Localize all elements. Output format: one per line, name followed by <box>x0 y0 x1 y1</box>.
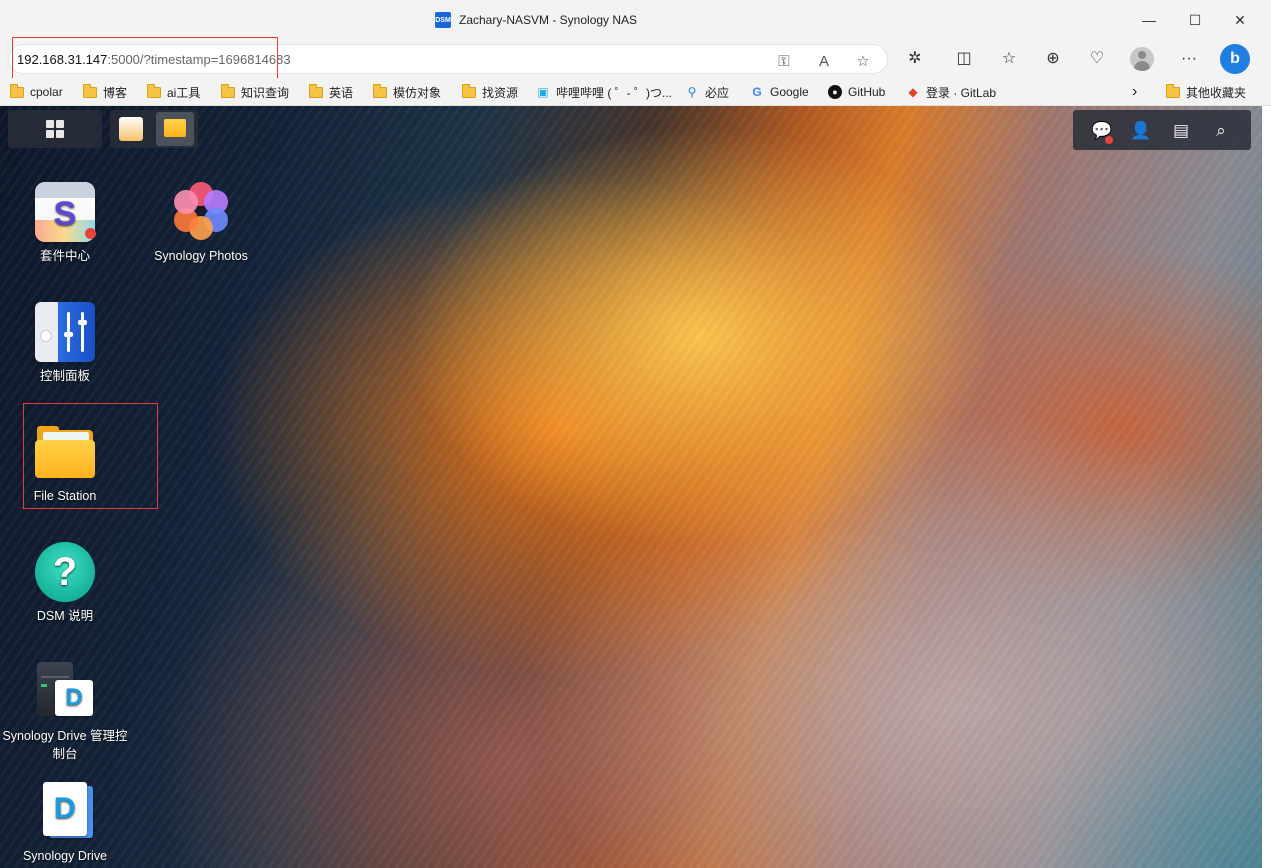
bookmark-bing[interactable]: ⚲ 必应 <box>685 83 729 101</box>
bookmark-label: 哔哩哔哩 ( ゜- ゜)つ... <box>556 85 672 100</box>
notification-badge <box>1105 136 1113 144</box>
github-icon: ● <box>828 85 842 99</box>
dsm-desktop: 💬 👤 ▤ ⌕ S 套件中心 Synology Photos 控制面板 File… <box>0 106 1262 868</box>
synology-drive-admin-app[interactable]: D Synology Drive 管理控制台 <box>0 662 130 763</box>
main-menu-button[interactable] <box>8 110 102 148</box>
control-panel-icon <box>35 302 95 362</box>
bookmark-english[interactable]: 英语 <box>309 83 353 101</box>
folder-icon <box>462 83 476 98</box>
bookmark-label: 博客 <box>103 85 128 100</box>
main-menu-icon <box>46 120 64 138</box>
synology-photos-app[interactable]: Synology Photos <box>136 182 266 265</box>
bookmark-ai-tools[interactable]: ai工具 <box>147 83 200 101</box>
browser-essentials-icon[interactable]: ♡ <box>1086 48 1108 70</box>
bookmark-label: 其他收藏夹 <box>1186 85 1247 100</box>
folder-icon <box>221 83 235 98</box>
synology-drive-app[interactable]: D Synology Drive <box>0 782 130 865</box>
app-label: Synology Photos <box>154 249 248 263</box>
favorite-star-icon[interactable]: ☆ <box>854 53 872 71</box>
bookmark-label: Google <box>770 85 809 99</box>
bookmark-cpolar[interactable]: cpolar <box>10 83 63 101</box>
key-icon[interactable]: ⚿ <box>775 53 793 71</box>
dsm-favicon-icon: DSM <box>435 12 451 28</box>
browser-title-bar: DSM Zachary-NASVM - Synology NAS — ☐ ✕ <box>0 0 1271 40</box>
bookmark-gitlab[interactable]: ◆ 登录 · GitLab <box>906 83 996 101</box>
help-icon: ? <box>35 542 95 602</box>
drive-icon: D <box>35 782 95 842</box>
package-center-icon: S <box>35 182 96 242</box>
folder-icon <box>373 83 387 98</box>
widgets-icon[interactable]: ▤ <box>1170 120 1192 142</box>
bookmark-label: 必应 <box>705 85 730 100</box>
bookmark-imitation[interactable]: 模仿对象 <box>373 83 441 101</box>
folder-icon <box>1166 83 1180 98</box>
bookmark-label: 登录 · GitLab <box>926 85 997 100</box>
bookmark-label: ai工具 <box>167 85 201 100</box>
bookmark-label: 模仿对象 <box>393 85 442 100</box>
help-glyph: ? <box>52 550 78 594</box>
app-label: Synology Drive <box>22 849 108 863</box>
google-icon: G <box>752 85 762 99</box>
split-screen-icon[interactable]: ◫ <box>953 48 975 70</box>
bookmark-label: 知识查询 <box>241 85 290 100</box>
taskbar-package-center-icon[interactable] <box>119 117 143 141</box>
minimize-button[interactable]: — <box>1126 8 1172 32</box>
extensions-icon[interactable]: ✲ <box>904 48 926 70</box>
folder-icon <box>147 83 161 98</box>
background-window-edge <box>1262 106 1271 868</box>
collections-icon[interactable]: ⊕ <box>1042 48 1064 70</box>
folder-icon <box>309 83 323 98</box>
drive-admin-icon: D <box>35 662 95 722</box>
user-icon[interactable]: 👤 <box>1130 120 1152 142</box>
gitlab-icon: ◆ <box>908 85 918 99</box>
app-label: DSM 说明 <box>36 609 94 623</box>
taskbar-apps <box>110 110 198 148</box>
app-label: Synology Drive 管理控制台 <box>2 729 128 761</box>
bookmark-blog[interactable]: 博客 <box>83 83 127 101</box>
window-title: DSM Zachary-NASVM - Synology NAS <box>435 12 637 28</box>
taskbar-file-station[interactable] <box>156 112 194 146</box>
bookmark-label: 英语 <box>329 85 354 100</box>
bookmark-bilibili[interactable]: ▣ 哔哩哔哩 ( ゜- ゜)つ... <box>536 83 672 101</box>
profile-icon[interactable] <box>1130 47 1154 71</box>
url-highlight-box <box>12 37 278 79</box>
app-label: 控制面板 <box>39 369 90 383</box>
update-badge <box>85 228 96 239</box>
bookmark-google[interactable]: G Google <box>750 83 809 101</box>
drive-glyph: D <box>65 684 83 711</box>
bookmark-label: GitHub <box>848 85 886 99</box>
bookmark-knowledge[interactable]: 知识查询 <box>221 83 289 101</box>
package-center-glyph: S <box>53 195 77 233</box>
file-station-highlight-box <box>23 403 158 509</box>
close-button[interactable]: ✕ <box>1217 8 1263 32</box>
window-title-text: Zachary-NASVM - Synology NAS <box>459 13 638 27</box>
other-favorites[interactable]: 其他收藏夹 <box>1166 83 1246 101</box>
bing-icon[interactable]: b <box>1220 44 1250 74</box>
bookmark-resources[interactable]: 找资源 <box>462 83 518 101</box>
control-panel-app[interactable]: 控制面板 <box>0 302 130 385</box>
bookmarks-overflow-button[interactable]: › <box>1132 83 1137 101</box>
folder-icon <box>83 83 97 98</box>
favorites-icon[interactable]: ☆ <box>998 48 1020 70</box>
bilibili-icon: ▣ <box>537 85 549 99</box>
maximize-button[interactable]: ☐ <box>1172 8 1218 32</box>
search-icon: ⚲ <box>687 85 697 99</box>
system-tray: 💬 👤 ▤ ⌕ <box>1073 110 1251 150</box>
bookmark-label: 找资源 <box>482 85 519 100</box>
bookmarks-bar: cpolar 博客 ai工具 知识查询 英语 模仿对象 找资源 ▣ 哔哩哔哩 ( … <box>0 78 1271 106</box>
dsm-help-app[interactable]: ? DSM 说明 <box>0 542 130 625</box>
more-icon[interactable]: ··· <box>1178 48 1200 70</box>
photos-flower-icon <box>171 182 231 242</box>
drive-glyph: D <box>54 792 76 825</box>
taskbar-file-station-icon <box>164 119 186 137</box>
folder-icon <box>10 83 24 98</box>
package-center-app[interactable]: S 套件中心 <box>0 182 130 265</box>
app-label: 套件中心 <box>39 249 90 263</box>
bookmark-label: cpolar <box>30 85 63 99</box>
search-icon[interactable]: ⌕ <box>1210 120 1232 142</box>
read-aloud-icon[interactable]: A <box>815 53 833 71</box>
bookmark-github[interactable]: ● GitHub <box>828 83 885 101</box>
